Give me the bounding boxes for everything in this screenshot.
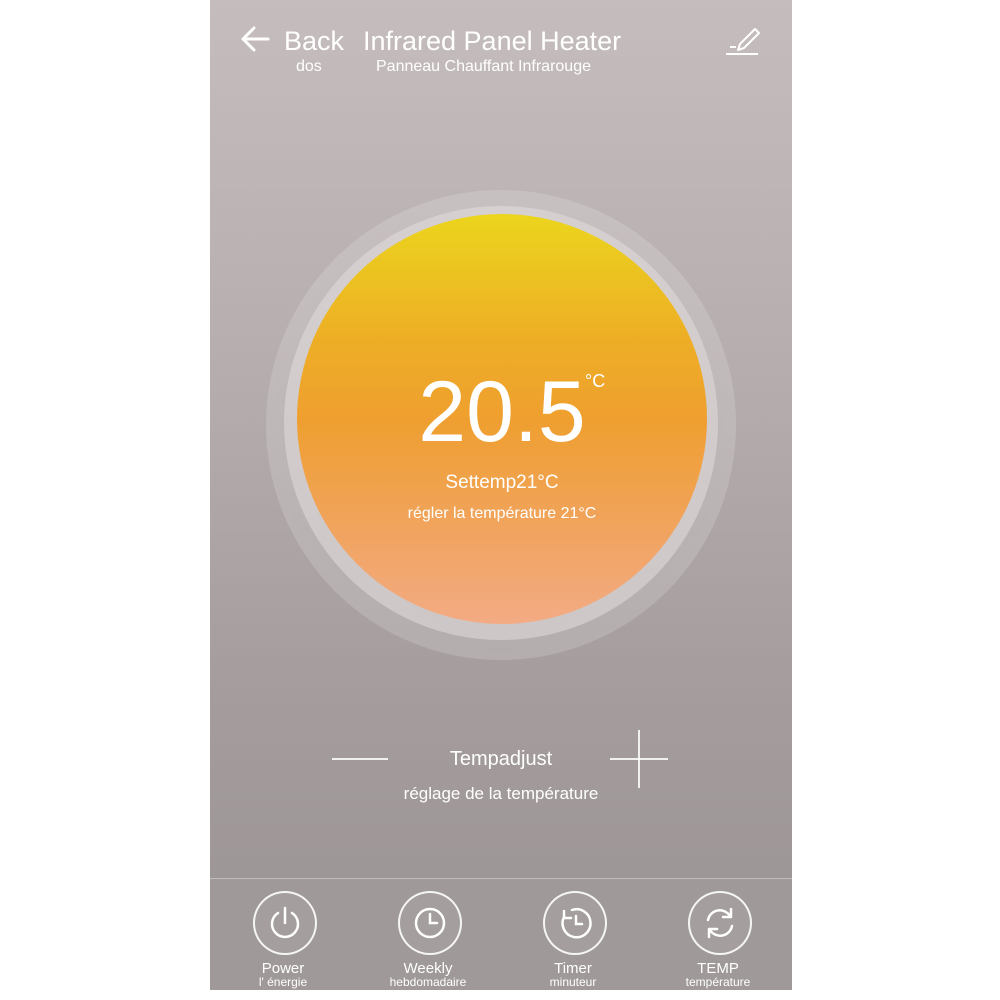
temperature-unit: °C (585, 371, 606, 391)
timer-icon (543, 891, 607, 955)
power-icon (253, 891, 317, 955)
clock-icon (398, 891, 462, 955)
weekly-sublabel: hebdomadaire (389, 975, 467, 989)
bottom-nav-bar: Power l' énergie Weekly hebdomadaire Tim… (210, 878, 792, 990)
power-button[interactable]: Power l' énergie (225, 879, 345, 990)
timer-sublabel: minuteur (549, 975, 597, 989)
set-temperature-label: Settemp21°C (445, 472, 559, 493)
temp-sublabel: température (685, 975, 751, 989)
page-subtitle: Panneau Chauffant Infrarouge (376, 58, 591, 75)
temp-adjust-sublabel: réglage de la température (403, 784, 599, 803)
set-temperature-sublabel: régler la température 21°C (407, 505, 597, 522)
temp-adjust-label: Tempadjust (449, 748, 553, 770)
back-arrow-icon[interactable] (238, 22, 272, 56)
back-button-subtitle: dos (296, 58, 322, 75)
refresh-icon (688, 891, 752, 955)
temp-button[interactable]: TEMP température (660, 879, 780, 990)
increase-temp-button[interactable] (610, 730, 668, 788)
pencil-edit-icon[interactable] (722, 20, 762, 58)
current-temperature: 20.5 (418, 364, 586, 460)
page-title: Infrared Panel Heater (363, 26, 622, 56)
timer-button[interactable]: Timer minuteur (515, 879, 635, 990)
app-screen: Back dos Infrared Panel Heater Panneau C… (210, 0, 792, 990)
temperature-dial[interactable]: 20.5 °C Settemp21°C régler la températur… (297, 214, 707, 624)
power-sublabel: l' énergie (258, 975, 308, 989)
back-button[interactable]: Back (284, 24, 344, 58)
weekly-button[interactable]: Weekly hebdomadaire (370, 879, 490, 990)
